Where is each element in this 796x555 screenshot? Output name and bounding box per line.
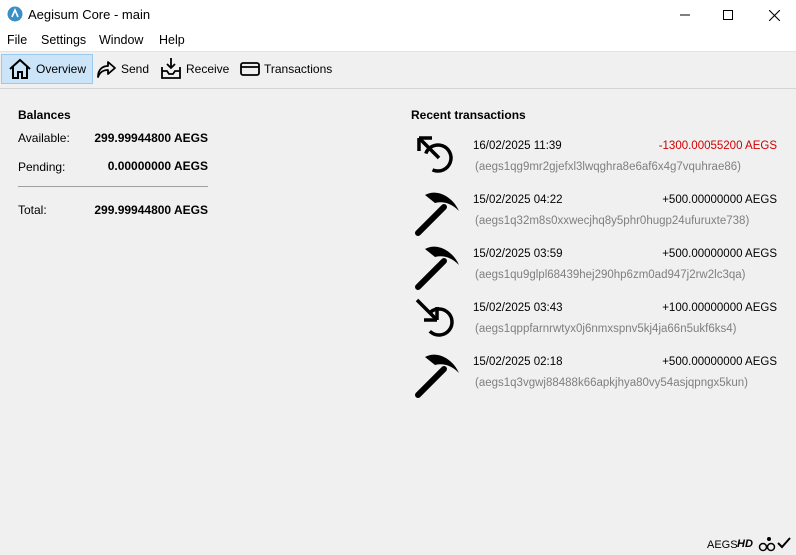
transaction-address: (aegs1q3vgwj88488k66apkjhya80vy54asjqpng… (475, 377, 749, 389)
menu-window[interactable]: Window (99, 33, 143, 47)
balances-title: Balances (18, 108, 71, 122)
mined-icon (415, 354, 459, 398)
transaction-address: (aegs1qppfarnrwtyx0j6nmxspnv5kj4ja66n5uk… (475, 323, 737, 335)
transaction-amount: +100.00000000 AEGS (662, 302, 777, 314)
title-bar: Aegisum Core - main (0, 0, 796, 30)
transaction-row[interactable]: 15/02/2025 03:43 +100.00000000 AEGS (aeg… (413, 297, 783, 351)
hd-wallet-indicator: HD (737, 538, 753, 550)
menu-file[interactable]: File (7, 33, 27, 47)
menu-help[interactable]: Help (159, 33, 185, 47)
transaction-amount: +500.00000000 AEGS (662, 194, 777, 206)
close-icon (768, 9, 780, 21)
available-balance: 299.99944800 AEGS (94, 131, 208, 145)
tab-send-label: Send (121, 62, 150, 76)
transaction-row[interactable]: 15/02/2025 04:22 +500.00000000 AEGS (aeg… (413, 189, 783, 243)
send-icon (97, 61, 116, 78)
received-icon (415, 298, 454, 337)
transaction-date: 15/02/2025 02:18 (473, 356, 563, 368)
tab-overview[interactable]: Overview (1, 54, 94, 84)
transaction-address: (aegs1qu9glpl68439hej290hp6zm0ad947j2rw2… (475, 269, 746, 281)
transaction-date: 15/02/2025 03:59 (473, 248, 563, 260)
total-balance: 299.99944800 AEGS (94, 203, 208, 217)
receive-icon (161, 58, 181, 79)
tab-send[interactable]: Send (95, 54, 149, 84)
tab-receive-label: Receive (186, 62, 230, 76)
window-title: Aegisum Core - main (28, 7, 151, 22)
unit-selector[interactable]: AEGS (707, 539, 738, 551)
transaction-amount: +500.00000000 AEGS (662, 356, 777, 368)
minimize-button[interactable] (662, 0, 708, 30)
transaction-row[interactable]: 15/02/2025 02:18 +500.00000000 AEGS (aeg… (413, 351, 783, 405)
close-button[interactable] (751, 0, 796, 30)
tab-transactions-label: Transactions (264, 62, 333, 76)
mined-icon (415, 246, 459, 290)
transaction-date: 15/02/2025 04:22 (473, 194, 563, 206)
minimize-icon (680, 14, 690, 16)
transaction-date: 16/02/2025 11:39 (473, 140, 562, 152)
available-label: Available: (18, 131, 70, 145)
recent-transactions-title: Recent transactions (411, 108, 526, 122)
transactions-icon (240, 62, 260, 76)
sync-check-icon[interactable] (777, 536, 791, 550)
transaction-date: 15/02/2025 03:43 (473, 302, 563, 314)
total-label: Total: (18, 203, 47, 217)
maximize-button[interactable] (705, 0, 751, 30)
tab-receive[interactable]: Receive (160, 54, 229, 84)
maximize-icon (723, 10, 733, 20)
status-bar: AEGS HD (676, 533, 796, 555)
tab-overview-label: Overview (36, 62, 87, 76)
transaction-address: (aegs1qg9mr2gjefxl3lwqghra8e6af6x4g7vquh… (475, 161, 741, 173)
pending-label: Pending: (18, 160, 66, 174)
menu-settings[interactable]: Settings (41, 33, 86, 47)
tab-transactions[interactable]: Transactions (240, 54, 332, 84)
home-icon (9, 58, 31, 79)
transaction-row[interactable]: 16/02/2025 11:39 -1300.00055200 AEGS (ae… (413, 135, 783, 189)
transaction-amount: +500.00000000 AEGS (662, 248, 777, 260)
aegisum-logo-icon (7, 6, 23, 22)
menu-bar: File Settings Window Help (0, 30, 796, 51)
network-activity-icon[interactable] (758, 536, 776, 552)
transaction-amount: -1300.00055200 AEGS (658, 140, 777, 152)
transaction-row[interactable]: 15/02/2025 03:59 +500.00000000 AEGS (aeg… (413, 243, 783, 297)
mined-icon (415, 192, 459, 236)
toolbar: Overview Send Receive Transactions (0, 51, 796, 89)
transaction-address: (aegs1q32m8s0xxwecjhq8y5phr0hugp24ufurux… (475, 215, 750, 227)
sent-icon (417, 136, 453, 173)
balance-divider (18, 186, 208, 187)
pending-balance: 0.00000000 AEGS (107, 159, 208, 173)
